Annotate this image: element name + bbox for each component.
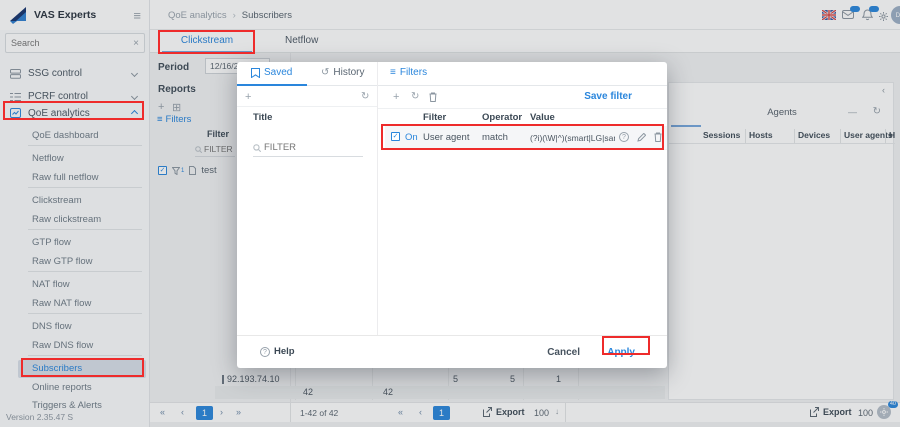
- tab-filters-label: Filters: [399, 67, 428, 78]
- add-filter-icon[interactable]: +: [393, 91, 399, 103]
- history-icon: ↺: [321, 67, 330, 78]
- annotation-box-clickstream-tab: [158, 30, 255, 54]
- saved-filter-search[interactable]: [253, 142, 363, 157]
- help-button[interactable]: ? Help: [260, 346, 295, 357]
- save-filter-button[interactable]: Save filter: [584, 91, 632, 102]
- column-header-filter: Filter: [423, 112, 447, 123]
- filters-modal: Saved ↺ History ≡ Filters + ↻ Title + ↻ …: [237, 62, 667, 368]
- tab-history[interactable]: ↺ History: [321, 67, 365, 78]
- menu-icon: ≡: [390, 67, 396, 78]
- annotation-box-qoe-analytics: [3, 101, 144, 120]
- save-icon: [251, 67, 260, 78]
- search-icon: [253, 143, 261, 152]
- tab-filters[interactable]: ≡ Filters: [390, 67, 427, 78]
- refresh-icon[interactable]: ↻: [411, 91, 419, 102]
- screen: VAS Experts ≡ × SSG control PCRF control…: [0, 0, 900, 427]
- refresh-icon[interactable]: ↻: [361, 91, 369, 102]
- modal-pane-divider: [377, 62, 378, 335]
- annotation-box-filter-row: [381, 124, 664, 150]
- divider: [237, 106, 377, 107]
- cancel-button[interactable]: Cancel: [547, 347, 580, 358]
- saved-filter-search-input[interactable]: [264, 142, 359, 153]
- column-header-value: Value: [530, 112, 555, 123]
- annotation-box-apply-button: [602, 336, 650, 355]
- tab-saved-label: Saved: [264, 67, 293, 78]
- add-saved-filter-icon[interactable]: +: [245, 91, 251, 103]
- column-header-operator: Operator: [482, 112, 523, 123]
- divider: [378, 108, 667, 109]
- delete-filters-icon[interactable]: [429, 92, 437, 105]
- annotation-box-subscribers: [21, 358, 144, 377]
- title-column-header: Title: [253, 112, 273, 123]
- help-label: Help: [274, 346, 295, 357]
- active-tab-underline: [237, 84, 307, 86]
- tab-saved[interactable]: Saved: [251, 67, 292, 78]
- tab-history-label: History: [333, 67, 365, 78]
- question-icon: ?: [260, 346, 270, 357]
- modal-tabbar: [237, 62, 667, 86]
